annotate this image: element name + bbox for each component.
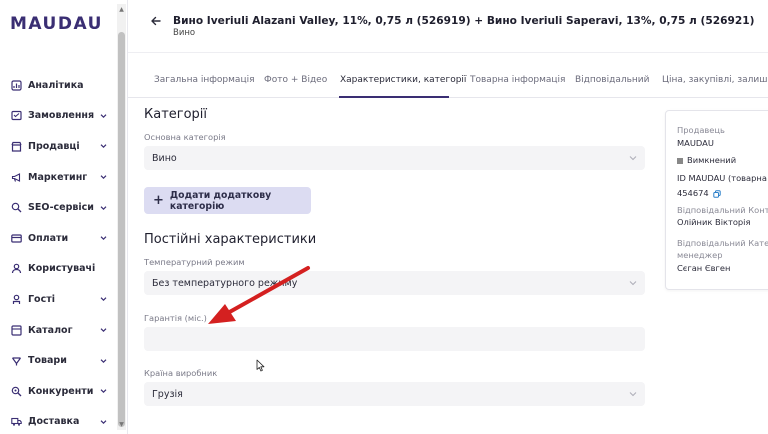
id-label: ID MAUDAU (товарна xyxy=(677,173,767,183)
main-category-value: Вино xyxy=(152,152,177,164)
maudau-logo[interactable]: MAUDAU xyxy=(10,14,103,34)
chevron-down-icon[interactable] xyxy=(99,417,108,426)
sidebar-nav: Аналітика Замовлення Продавці Маркетинг SEO-… xyxy=(0,70,116,434)
sidebar-item-label: Замовлення xyxy=(28,110,95,122)
status-text: Вимкнений xyxy=(687,155,737,165)
chevron-down-icon[interactable] xyxy=(99,326,108,335)
sidebar-item-0[interactable]: Аналітика xyxy=(0,70,116,101)
page-title: Вино Iveriuli Alazani Valley, 11%, 0,75 … xyxy=(173,15,755,27)
chevron-down-icon[interactable] xyxy=(99,356,108,365)
warranty-input[interactable] xyxy=(144,327,645,351)
seller-value: MAUDAU xyxy=(677,138,714,148)
warranty-label: Гарантія (міс.) xyxy=(144,313,207,323)
responsible-category-label: Відповідальний Катег xyxy=(677,238,768,248)
bottle-icon xyxy=(11,355,22,366)
sidebar-item-label: Оплати xyxy=(28,232,69,244)
sidebar-item-6[interactable]: Користувачі xyxy=(0,254,116,285)
temperature-label: Температурний режим xyxy=(144,257,245,267)
tab-general-info[interactable]: Загальна інформація xyxy=(154,75,255,85)
responsible-content-value: Олійник Вікторія xyxy=(677,217,751,227)
tab-price-stock[interactable]: Ціна, закупівлі, залишки xyxy=(662,75,768,85)
copy-icon[interactable] xyxy=(712,189,721,198)
scroll-down-icon[interactable]: ▼ xyxy=(118,421,125,428)
id-row: 454674 xyxy=(677,188,721,198)
responsible-category-value: Сєган Євген xyxy=(677,263,731,273)
product-info-card: Продавець MAUDAU Вимкнений ID MAUDAU (то… xyxy=(665,110,768,290)
chevron-down-icon[interactable] xyxy=(99,387,108,396)
chevron-down-icon[interactable] xyxy=(99,203,108,212)
active-tab-indicator xyxy=(339,96,449,98)
truck-icon xyxy=(11,416,22,427)
sidebar-item-label: Товари xyxy=(28,355,67,367)
mouse-cursor-icon xyxy=(256,359,265,372)
status-dot-icon xyxy=(677,157,683,164)
page-subtitle: Вино xyxy=(173,28,196,38)
sidebar-item-1[interactable]: Замовлення xyxy=(0,101,116,132)
responsible-content-label: Відповідальний Конте xyxy=(677,205,768,215)
catalog-icon xyxy=(11,324,22,336)
search-competitor-icon xyxy=(11,386,22,397)
sidebar-item-3[interactable]: Маркетинг xyxy=(0,162,116,193)
scroll-up-icon[interactable]: ▲ xyxy=(118,6,125,13)
chart-icon xyxy=(11,80,22,91)
responsible-category-label2: менеджер xyxy=(677,250,723,260)
tab-characteristics[interactable]: Характеристики, категорії xyxy=(340,75,466,85)
sidebar-item-label: Гості xyxy=(28,293,55,305)
tab-photo-video[interactable]: Фото + Відео xyxy=(264,75,327,85)
plus-icon: + xyxy=(153,193,164,208)
characteristics-heading: Постійні характеристики xyxy=(144,232,317,247)
sidebar-item-4[interactable]: SEO-сервіси xyxy=(0,192,116,223)
seo-icon xyxy=(11,202,22,213)
id-value: 454674 xyxy=(677,188,709,198)
status-badge: Вимкнений xyxy=(677,155,736,165)
scroll-thumb[interactable] xyxy=(118,32,125,427)
sidebar-scrollbar[interactable]: ▲ ▼ xyxy=(117,4,126,430)
sidebar-item-7[interactable]: Гості xyxy=(0,284,116,315)
sidebar-item-label: Користувачі xyxy=(28,263,96,275)
sidebar-item-10[interactable]: Конкуренти xyxy=(0,376,116,407)
chevron-down-icon[interactable] xyxy=(99,142,108,151)
add-category-label: Додати додаткову категорію xyxy=(169,189,272,212)
sidebar-item-label: Доставка xyxy=(28,416,80,428)
chevron-down-icon[interactable] xyxy=(99,173,108,182)
sidebar-item-label: Маркетинг xyxy=(28,171,88,183)
sidebar-item-5[interactable]: Оплати xyxy=(0,223,116,254)
temperature-select[interactable]: Без температурного режиму xyxy=(144,271,645,295)
sidebar-item-label: Аналітика xyxy=(28,79,84,91)
tab-product-info[interactable]: Товарна інформація xyxy=(470,75,565,85)
megaphone-icon xyxy=(11,172,22,183)
guest-icon xyxy=(11,294,22,305)
add-category-button[interactable]: + Додати додаткову категорію xyxy=(144,187,311,214)
sidebar-item-label: SEO-сервіси xyxy=(28,202,94,214)
tab-responsible[interactable]: Відповідальний xyxy=(575,75,649,85)
sidebar-item-8[interactable]: Каталог xyxy=(0,315,116,346)
chevron-down-icon[interactable] xyxy=(99,111,108,120)
country-select[interactable]: Грузія xyxy=(144,382,645,406)
sidebar-item-9[interactable]: Товари xyxy=(0,345,116,376)
sidebar-item-label: Продавці xyxy=(28,140,80,152)
tab-bar: Загальна інформація Фото + Відео Характе… xyxy=(128,52,768,98)
card-icon xyxy=(11,233,22,244)
orders-icon xyxy=(11,110,22,121)
sidebar-item-2[interactable]: Продавці xyxy=(0,131,116,162)
country-label: Країна виробник xyxy=(144,368,218,378)
user-icon xyxy=(11,263,22,274)
chevron-down-icon[interactable] xyxy=(99,234,108,243)
main-category-label: Основна категорія xyxy=(144,132,226,142)
sidebar: MAUDAU Аналітика Замовлення Продавці Маркет… xyxy=(0,0,128,434)
temperature-value: Без температурного режиму xyxy=(152,277,298,289)
country-value: Грузія xyxy=(152,388,183,400)
chevron-down-icon xyxy=(629,281,637,286)
back-arrow-icon[interactable] xyxy=(150,15,162,27)
store-icon xyxy=(11,141,22,152)
sidebar-item-label: Каталог xyxy=(28,324,73,336)
sidebar-item-label: Конкуренти xyxy=(28,385,94,397)
sidebar-item-11[interactable]: Доставка xyxy=(0,407,116,434)
chevron-down-icon[interactable] xyxy=(99,295,108,304)
categories-heading: Категорії xyxy=(144,107,208,122)
chevron-down-icon xyxy=(629,156,637,161)
main-category-select[interactable]: Вино xyxy=(144,146,645,170)
chevron-down-icon xyxy=(629,392,637,397)
seller-label: Продавець xyxy=(677,125,725,135)
